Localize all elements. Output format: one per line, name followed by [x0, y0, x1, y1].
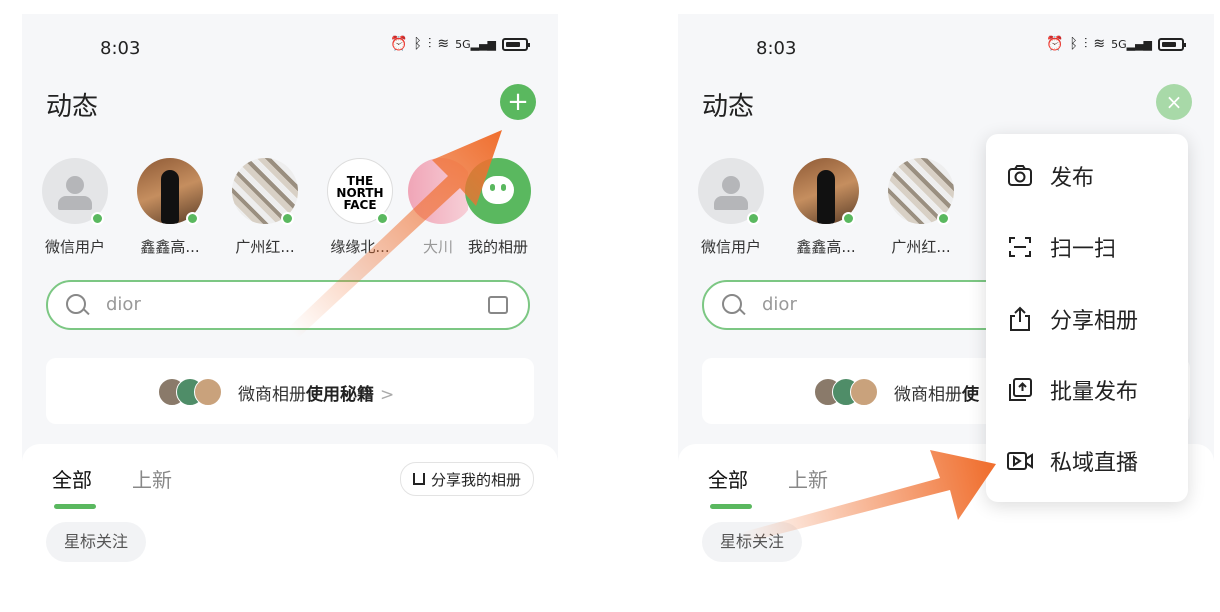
add-popup-menu: 发布 扫一扫 分享相册 批量发布 私域直播	[986, 134, 1188, 502]
tab-all[interactable]: 全部	[708, 464, 748, 493]
avatar-item[interactable]: 微信用户	[28, 158, 122, 257]
tab-all[interactable]: 全部	[52, 464, 92, 493]
share-album-button[interactable]: 分享我的相册	[399, 462, 534, 496]
wifi-icon: ≋	[437, 36, 450, 52]
status-icons: ⏰ ᛒ ⫶ ≋ 5G▂▄▆	[1046, 36, 1186, 52]
search-placeholder: dior	[762, 294, 797, 315]
avatar-item[interactable]: 微信用户	[684, 158, 778, 257]
avatar-name: 缘缘北...	[330, 238, 390, 256]
search-icon	[66, 294, 86, 314]
scan-icon	[1009, 237, 1031, 257]
search-input[interactable]: dior	[46, 280, 530, 330]
starred-filter-chip[interactable]: 星标关注	[702, 522, 803, 562]
my-album-item[interactable]: 我的相册	[451, 158, 545, 257]
avatar-name: 鑫鑫高...	[140, 238, 200, 256]
tips-text: 微商相册使用秘籍 >	[238, 385, 395, 405]
menu-item-label: 私域直播	[1050, 451, 1139, 476]
avatar-item[interactable]: 广州红...	[218, 158, 312, 257]
bluetooth-icon: ᛒ	[1069, 36, 1078, 52]
avatar-name: 微信用户	[700, 238, 761, 256]
signal-icon: 5G▂▄▆	[1111, 37, 1152, 51]
avatar-name: 广州红...	[891, 238, 951, 256]
signal-icon: 5G▂▄▆	[455, 37, 496, 51]
batch-upload-icon	[1009, 378, 1032, 401]
avatar-item[interactable]: 鑫鑫高...	[123, 158, 217, 257]
status-time: 8:03	[756, 38, 797, 59]
tab-new[interactable]: 上新	[788, 464, 828, 493]
avatar-name: 我的相册	[467, 238, 528, 256]
page-title: 动态	[702, 92, 755, 122]
menu-item-share-album[interactable]: 分享相册	[986, 289, 1188, 349]
camera-icon	[1008, 165, 1032, 186]
album-app-icon	[465, 158, 531, 224]
avatar-name: 鑫鑫高...	[796, 238, 856, 256]
status-time: 8:03	[100, 38, 141, 59]
tips-avatars	[814, 378, 894, 406]
wifi-icon: ≋	[1093, 36, 1106, 52]
online-dot	[186, 212, 199, 225]
share-icon	[412, 473, 425, 485]
tips-banner[interactable]: 微商相册使用秘籍 >	[46, 358, 534, 424]
menu-item-publish[interactable]: 发布	[986, 146, 1188, 206]
tips-avatars	[158, 378, 238, 406]
alarm-icon: ⏰	[390, 36, 408, 52]
battery-icon	[502, 37, 530, 51]
tab-indicator	[710, 504, 752, 509]
avatar	[850, 378, 878, 406]
bluetooth-icon: ᛒ	[413, 36, 422, 52]
vibrate-icon: ⫶	[427, 36, 432, 52]
avatar-row: 微信用户 鑫鑫高... 广州红... THE NORTH FACE 缘缘北...…	[26, 158, 558, 258]
tab-new[interactable]: 上新	[132, 464, 172, 493]
menu-item-live-stream[interactable]: 私域直播	[986, 431, 1188, 491]
online-dot	[91, 212, 104, 225]
online-dot	[747, 212, 760, 225]
north-face-logo: THE NORTH FACE	[336, 174, 384, 212]
menu-item-label: 批量发布	[1050, 380, 1139, 405]
share-album-label: 分享我的相册	[430, 470, 521, 489]
battery-icon	[1158, 37, 1186, 51]
image-search-icon[interactable]	[488, 296, 508, 314]
avatar-item[interactable]: 广州红...	[874, 158, 968, 257]
online-dot	[937, 212, 950, 225]
avatar-name: 微信用户	[44, 238, 105, 256]
avatar-item[interactable]: THE NORTH FACE 缘缘北...	[313, 158, 407, 257]
menu-item-batch-publish[interactable]: 批量发布	[986, 360, 1188, 420]
search-placeholder: dior	[106, 294, 141, 315]
menu-item-scan[interactable]: 扫一扫	[986, 217, 1188, 277]
tips-text: 微商相册使	[894, 385, 979, 405]
menu-item-label: 扫一扫	[1050, 237, 1117, 262]
menu-item-label: 分享相册	[1050, 309, 1139, 334]
menu-item-label: 发布	[1050, 166, 1095, 191]
avatar-name: 广州红...	[235, 238, 295, 256]
page-title: 动态	[46, 92, 99, 122]
tab-indicator	[54, 504, 96, 509]
online-dot	[376, 212, 389, 225]
live-video-icon	[1007, 452, 1033, 470]
avatar	[194, 378, 222, 406]
status-icons: ⏰ ᛒ ⫶ ≋ 5G▂▄▆	[390, 36, 530, 52]
add-button[interactable]: +	[500, 84, 536, 120]
close-menu-button[interactable]: ×	[1156, 84, 1192, 120]
search-icon	[722, 294, 742, 314]
share-icon	[1010, 306, 1030, 331]
online-dot	[281, 212, 294, 225]
feed-panel: 全部 上新 分享我的相册 星标关注	[22, 444, 558, 612]
chevron-right-icon: >	[380, 385, 395, 405]
starred-filter-chip[interactable]: 星标关注	[46, 522, 147, 562]
online-dot	[842, 212, 855, 225]
phone-screen-left: 8:03 ⏰ ᛒ ⫶ ≋ 5G▂▄▆ 动态 + 微信用户 鑫鑫高... 广州红.…	[22, 14, 558, 612]
avatar-item[interactable]: 鑫鑫高...	[779, 158, 873, 257]
vibrate-icon: ⫶	[1083, 36, 1088, 52]
alarm-icon: ⏰	[1046, 36, 1064, 52]
